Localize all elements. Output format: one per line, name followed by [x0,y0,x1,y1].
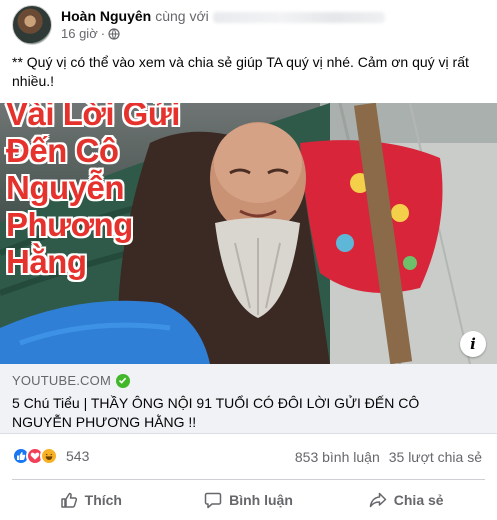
thumbnail-title: Vài Lời Gửi Đến Cô Nguyễn Phương Hằng [6,103,180,280]
share-count[interactable]: 35 lượt chia sẻ [389,449,482,465]
globe-icon[interactable] [108,27,120,40]
thumbnail-title-line: Nguyễn [6,169,125,206]
share-button[interactable]: Chia sẻ [327,483,485,517]
post-meta: 16 giờ · [61,26,120,41]
author-avatar[interactable] [12,5,52,45]
post-actions: Thích Bình luận Chia sẻ [12,483,485,517]
tagged-people-blurred [212,11,385,23]
thumbnail-title-line: Vài Lời Gửi [6,103,180,132]
reaction-summary[interactable]: 543 [12,447,89,465]
link-preview[interactable]: YOUTUBE.COM 5 Chú Tiểu | THẦY ÔNG NỘI 91… [0,364,497,434]
share-label: Chia sẻ [393,492,444,508]
like-button[interactable]: Thích [12,483,170,517]
post-caption: ** Quý vị có thể vào xem và chia sẻ giúp… [12,54,469,89]
reaction-count: 543 [66,448,90,464]
link-title[interactable]: 5 Chú Tiểu | THẦY ÔNG NỘI 91 TUỔI CÓ ĐÔI… [12,394,482,432]
comment-button[interactable]: Bình luận [170,483,328,517]
post-time[interactable]: 16 giờ [61,26,98,41]
post-header: Hoàn Nguyên cùng với 16 giờ · [12,4,492,45]
info-icon[interactable]: i [460,331,486,357]
haha-icon [40,447,58,465]
share-arrow-icon [369,492,387,508]
author-line: Hoàn Nguyên cùng với [61,8,385,24]
actions-divider [12,479,485,480]
video-thumbnail[interactable]: Vài Lời Gửi Đến Cô Nguyễn Phương Hằng i [0,103,497,364]
thumbnail-title-line: Đến Cô [6,132,119,169]
facebook-post: Hoàn Nguyên cùng với 16 giờ · ** Quý vị c… [0,0,497,520]
comment-label: Bình luận [229,492,293,508]
with-text: cùng với [155,8,209,24]
engagement-counts: 853 bình luận 35 lượt chia sẻ [295,449,482,465]
link-domain: YOUTUBE.COM [12,373,111,388]
comment-bubble-icon [204,492,222,509]
thumbnail-title-line: Phương [6,206,133,243]
link-domain-row: YOUTUBE.COM [12,373,130,388]
like-label: Thích [84,492,122,508]
author-name[interactable]: Hoàn Nguyên [61,8,151,24]
check-circle-icon [115,373,130,388]
thumbnail-title-line: Hằng [6,243,87,280]
comment-count[interactable]: 853 bình luận [295,449,380,465]
post-stats: 543 853 bình luận 35 lượt chia sẻ [12,447,482,469]
thumbs-up-icon [60,492,77,508]
